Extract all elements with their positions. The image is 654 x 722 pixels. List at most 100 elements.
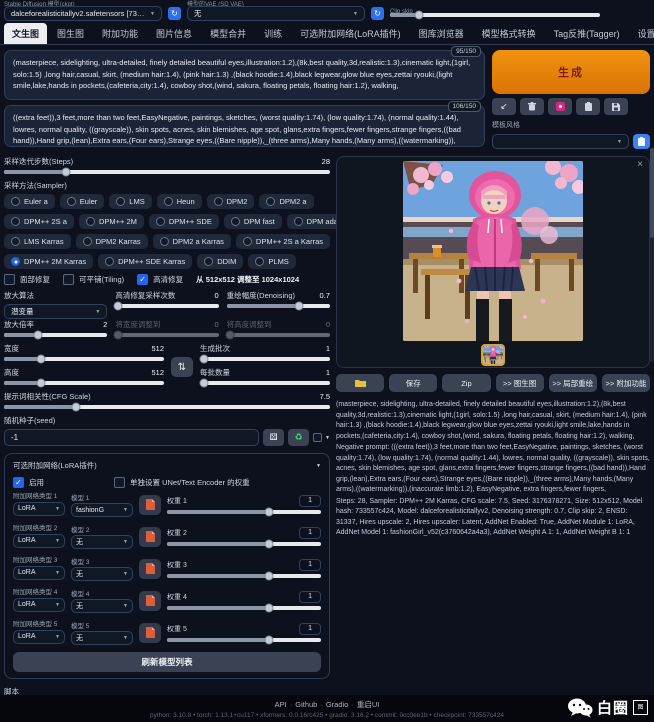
lora-weight-slider[interactable] bbox=[167, 510, 321, 514]
tab-附加功能[interactable]: 附加功能 bbox=[94, 23, 146, 44]
save-style-button[interactable] bbox=[604, 98, 628, 115]
sampler-option-Euler a[interactable]: Euler a bbox=[4, 194, 55, 209]
steps-slider[interactable] bbox=[4, 170, 330, 174]
reuse-seed-button[interactable]: ♻ bbox=[288, 429, 309, 446]
lora-file-button[interactable] bbox=[139, 495, 161, 515]
tab-可选附加网络(LoRA插件)[interactable]: 可选附加网络(LoRA插件) bbox=[292, 23, 409, 44]
send-to-extras-button[interactable]: >> 附加功能 bbox=[602, 374, 650, 392]
denoising-slider[interactable] bbox=[227, 304, 330, 308]
lora-model-select[interactable]: 无▼ bbox=[71, 567, 133, 581]
sampler-option-DPM++ SDE Karras[interactable]: DPM++ SDE Karras bbox=[98, 254, 192, 269]
vae-select[interactable]: 无 ▼ bbox=[187, 6, 365, 21]
tab-训练[interactable]: 训练 bbox=[256, 23, 290, 44]
lora-file-button[interactable] bbox=[139, 527, 161, 547]
lora-weight-slider[interactable] bbox=[167, 606, 321, 610]
extra-seed-checkbox[interactable] bbox=[313, 433, 322, 442]
restore-faces-checkbox[interactable] bbox=[4, 274, 15, 285]
lora-file-button[interactable] bbox=[139, 559, 161, 579]
sampler-option-PLMS[interactable]: PLMS bbox=[248, 254, 295, 269]
tab-模型格式转换[interactable]: 模型格式转换 bbox=[474, 23, 544, 44]
sampler-option-LMS[interactable]: LMS bbox=[109, 194, 151, 209]
lora-file-button[interactable] bbox=[139, 591, 161, 611]
tab-Tag反推(Tagger)[interactable]: Tag反推(Tagger) bbox=[546, 23, 628, 44]
cfg-slider[interactable] bbox=[4, 405, 330, 409]
lora-weight-value[interactable]: 1 bbox=[299, 495, 321, 507]
sampler-option-DPM2 a[interactable]: DPM2 a bbox=[259, 194, 313, 209]
sampler-option-LMS Karras[interactable]: LMS Karras bbox=[4, 234, 71, 249]
paste-style-button[interactable] bbox=[576, 98, 600, 115]
reload-ui-link[interactable]: 重启UI bbox=[357, 700, 380, 709]
sampler-option-Euler[interactable]: Euler bbox=[60, 194, 105, 209]
chevron-down-icon[interactable]: ▼ bbox=[325, 435, 330, 441]
lora-weight-value[interactable]: 1 bbox=[299, 559, 321, 571]
refresh-model-list-button[interactable]: 刷新模型列表 bbox=[13, 652, 321, 672]
seed-input[interactable]: -1 bbox=[4, 429, 259, 446]
separate-weights-checkbox[interactable] bbox=[114, 477, 125, 488]
tab-图库浏览器[interactable]: 图库浏览器 bbox=[411, 23, 472, 44]
upscale-by-slider[interactable] bbox=[4, 333, 107, 337]
lora-type-select[interactable]: LoRA▼ bbox=[13, 566, 65, 580]
swap-dimensions-button[interactable]: ⇅ bbox=[171, 357, 193, 377]
refresh-vae-button[interactable]: ↻ bbox=[371, 7, 384, 20]
lora-model-select[interactable]: fashionG▼ bbox=[71, 503, 133, 517]
open-folder-button[interactable] bbox=[336, 374, 384, 392]
height-slider[interactable] bbox=[4, 381, 164, 385]
resize-height-slider[interactable] bbox=[227, 333, 330, 337]
styles-select[interactable]: ▼ bbox=[492, 134, 629, 149]
apply-style-button[interactable] bbox=[633, 134, 650, 149]
lora-weight-slider[interactable] bbox=[167, 542, 321, 546]
sampler-option-DPM++ 2M Karras[interactable]: DPM++ 2M Karras bbox=[4, 254, 93, 269]
lora-weight-slider[interactable] bbox=[167, 638, 321, 642]
send-to-img2img-button[interactable]: >> 图生图 bbox=[496, 374, 544, 392]
sampler-option-DDIM[interactable]: DDIM bbox=[197, 254, 243, 269]
hires-steps-slider[interactable] bbox=[115, 304, 218, 308]
lora-weight-slider[interactable] bbox=[167, 574, 321, 578]
lora-weight-value[interactable]: 1 bbox=[299, 591, 321, 603]
extra-networks-button[interactable] bbox=[548, 98, 572, 115]
batch-size-slider[interactable] bbox=[200, 381, 330, 385]
sampler-option-DPM fast[interactable]: DPM fast bbox=[224, 214, 282, 229]
sampler-option-DPM++ 2S a[interactable]: DPM++ 2S a bbox=[4, 214, 74, 229]
lora-weight-value[interactable]: 1 bbox=[299, 623, 321, 635]
sampler-option-DPM2 a Karras[interactable]: DPM2 a Karras bbox=[153, 234, 231, 249]
zip-button[interactable]: Zip bbox=[442, 374, 490, 392]
send-to-inpaint-button[interactable]: >> 局部重绘 bbox=[549, 374, 597, 392]
positive-prompt-input[interactable]: (masterpiece, sidelighting, ultra-detail… bbox=[4, 50, 485, 100]
lora-weight-value[interactable]: 1 bbox=[299, 527, 321, 539]
negative-prompt-input[interactable]: ((extra feet)),3 feet,more than two feet… bbox=[4, 105, 485, 147]
sampler-option-DPM++ SDE[interactable]: DPM++ SDE bbox=[149, 214, 219, 229]
tab-图生图[interactable]: 图生图 bbox=[49, 23, 92, 44]
lora-model-select[interactable]: 无▼ bbox=[71, 599, 133, 613]
api-link[interactable]: API bbox=[275, 700, 287, 709]
tab-文生图[interactable]: 文生图 bbox=[4, 23, 47, 44]
tab-图片信息[interactable]: 图片信息 bbox=[148, 23, 200, 44]
batch-count-slider[interactable] bbox=[200, 357, 330, 361]
model-select[interactable]: dalceforealisticitallyv2.safetensors [73… bbox=[4, 6, 162, 21]
scrollbar[interactable] bbox=[650, 148, 654, 362]
resize-width-slider[interactable] bbox=[115, 333, 218, 337]
lora-enable-checkbox[interactable]: ✓ bbox=[13, 477, 24, 488]
sampler-option-DPM++ 2S a Karras[interactable]: DPM++ 2S a Karras bbox=[236, 234, 330, 249]
lora-file-button[interactable] bbox=[139, 623, 161, 643]
hires-fix-checkbox[interactable]: ✓ bbox=[137, 274, 148, 285]
generate-button[interactable]: 生成 bbox=[492, 50, 650, 94]
github-link[interactable]: Github bbox=[295, 700, 317, 709]
clear-prompt-button[interactable] bbox=[520, 98, 544, 115]
generated-image[interactable] bbox=[403, 161, 583, 341]
lora-model-select[interactable]: 无▼ bbox=[71, 631, 133, 645]
lora-type-select[interactable]: LoRA▼ bbox=[13, 502, 65, 516]
save-button[interactable]: 保存 bbox=[389, 374, 437, 392]
read-params-button[interactable]: ↙ bbox=[492, 98, 516, 115]
close-icon[interactable]: × bbox=[637, 159, 643, 170]
refresh-models-button[interactable]: ↻ bbox=[168, 7, 181, 20]
clip-skip-slider[interactable] bbox=[390, 13, 600, 17]
width-slider[interactable] bbox=[4, 357, 164, 361]
sampler-option-Heun[interactable]: Heun bbox=[157, 194, 202, 209]
random-seed-button[interactable]: ⚄ bbox=[263, 429, 284, 446]
upscaler-select[interactable]: 潜变量 ▼ bbox=[4, 304, 107, 319]
sampler-option-DPM++ 2M[interactable]: DPM++ 2M bbox=[79, 214, 144, 229]
tab-模型合并[interactable]: 模型合并 bbox=[202, 23, 254, 44]
lora-type-select[interactable]: LoRA▼ bbox=[13, 598, 65, 612]
sampler-option-DPM2[interactable]: DPM2 bbox=[207, 194, 255, 209]
lora-type-select[interactable]: LoRA▼ bbox=[13, 630, 65, 644]
